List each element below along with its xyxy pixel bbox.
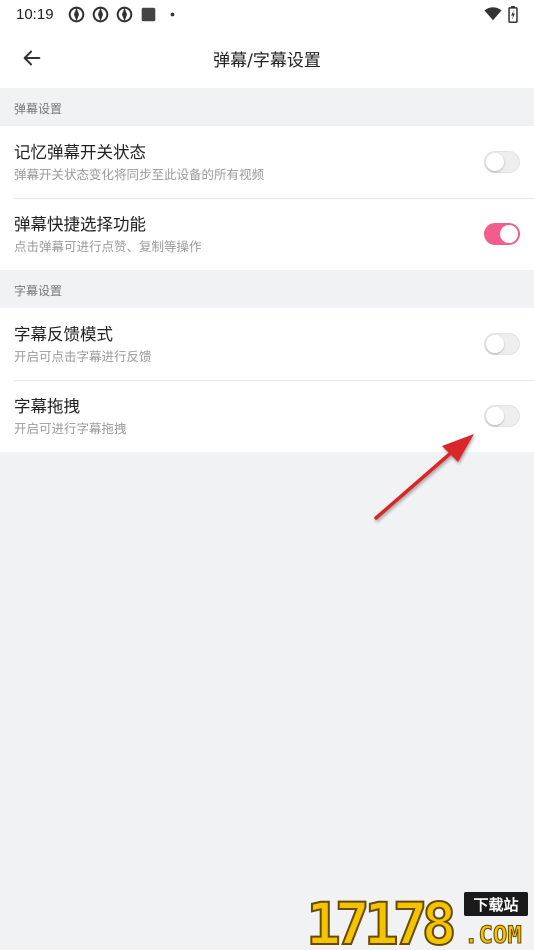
watermark-logo: 17178 下载站 .COM — [305, 890, 528, 948]
dot-icon — [170, 12, 174, 16]
toggle-knob — [500, 225, 518, 243]
setting-subtitle: 点击弹幕可进行点赞、复制等操作 — [14, 238, 202, 254]
status-time: 10:19 — [16, 5, 54, 23]
setting-text: 字幕反馈模式 开启可点击字幕进行反馈 — [14, 324, 484, 365]
app-notification-icon — [68, 6, 84, 22]
setting-row-remember-danmaku-state: 记忆弹幕开关状态 弹幕开关状态变化将同步至此设备的所有视频 — [0, 126, 534, 198]
status-bar: 10:19 — [0, 0, 534, 28]
toggle-knob — [486, 407, 504, 425]
arrow-left-icon — [23, 50, 41, 66]
app-bar: 弹幕/字幕设置 — [0, 28, 534, 88]
watermark-badge: 下载站 — [473, 896, 518, 914]
setting-row-subtitle-feedback: 字幕反馈模式 开启可点击字幕进行反馈 — [0, 308, 534, 380]
square-notification-icon — [141, 7, 155, 21]
status-notification-icons — [68, 6, 181, 23]
toggle-subtitle-feedback[interactable] — [484, 333, 520, 355]
wifi-icon — [484, 7, 502, 21]
setting-subtitle: 开启可进行字幕拖拽 — [14, 420, 127, 436]
setting-text: 弹幕快捷选择功能 点击弹幕可进行点赞、复制等操作 — [14, 214, 484, 255]
watermark-digits: 17178 — [306, 890, 454, 948]
page-title: 弹幕/字幕设置 — [213, 50, 321, 71]
setting-subtitle: 弹幕开关状态变化将同步至此设备的所有视频 — [14, 166, 265, 182]
setting-title: 字幕拖拽 — [14, 396, 80, 416]
toggle-danmaku-quick-select[interactable] — [484, 223, 520, 245]
status-right — [484, 5, 518, 23]
setting-title: 弹幕快捷选择功能 — [14, 214, 146, 234]
battery-icon — [508, 5, 518, 23]
setting-row-subtitle-drag: 字幕拖拽 开启可进行字幕拖拽 — [0, 380, 534, 452]
setting-subtitle: 开启可点击字幕进行反馈 — [14, 348, 152, 364]
app-notification-icon — [92, 6, 108, 22]
toggle-knob — [486, 153, 504, 171]
toggle-knob — [486, 335, 504, 353]
setting-title: 字幕反馈模式 — [14, 324, 113, 344]
toggle-subtitle-drag[interactable] — [484, 405, 520, 427]
back-button[interactable] — [8, 34, 56, 82]
toggle-remember-danmaku-state[interactable] — [484, 151, 520, 173]
setting-text: 字幕拖拽 开启可进行字幕拖拽 — [14, 396, 484, 437]
setting-text: 记忆弹幕开关状态 弹幕开关状态变化将同步至此设备的所有视频 — [14, 142, 484, 183]
setting-title: 记忆弹幕开关状态 — [14, 142, 146, 162]
watermark-suffix: .COM — [464, 921, 522, 948]
app-notification-icon — [116, 6, 132, 22]
section-header-danmaku: 弹幕设置 — [0, 88, 534, 126]
setting-row-danmaku-quick-select: 弹幕快捷选择功能 点击弹幕可进行点赞、复制等操作 — [0, 198, 534, 270]
section-header-subtitle: 字幕设置 — [0, 270, 534, 308]
